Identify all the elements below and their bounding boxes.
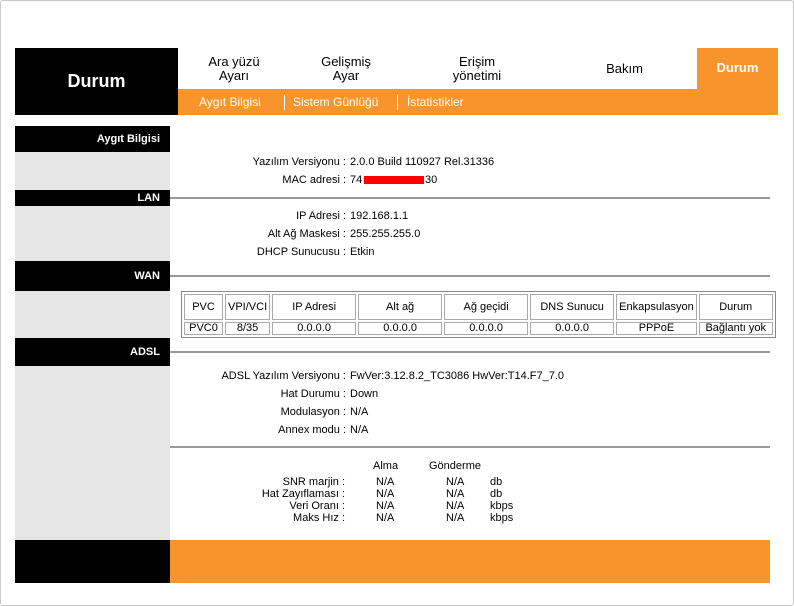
data-rate-label: Veri Oranı : bbox=[289, 500, 345, 512]
annex-mode-value: N/A bbox=[350, 424, 369, 436]
sub-nav-bar bbox=[178, 89, 778, 115]
nav-advanced-setup[interactable]: Gelişmiş Ayar bbox=[290, 48, 402, 89]
page-title: Durum bbox=[67, 71, 126, 91]
mac-redaction-mark bbox=[364, 176, 424, 184]
section-wan: WAN bbox=[15, 261, 170, 291]
line-attenuation-label: Hat Zayıflaması : bbox=[261, 488, 345, 500]
max-rate-up: N/A bbox=[446, 512, 465, 524]
adsl-version-label: ADSL Yazılım Versiyonu : bbox=[221, 370, 346, 382]
wan-col-header: Ağ geçidi bbox=[444, 294, 529, 320]
max-rate-unit: kbps bbox=[490, 512, 514, 524]
subnav-statistics[interactable]: İstatistikler bbox=[407, 89, 464, 115]
divider-adsl bbox=[170, 351, 770, 353]
wan-cell-encapsulation: PPPoE bbox=[616, 322, 697, 335]
wan-col-header: VPI/VCI bbox=[225, 294, 271, 320]
wan-table-header-row: PVC VPI/VCI IP Adresi Alt ağ Ağ geçidi D… bbox=[184, 294, 773, 320]
table-row: PVC0 8/35 0.0.0.0 0.0.0.0 0.0.0.0 0.0.0.… bbox=[184, 322, 773, 335]
wan-cell-dns: 0.0.0.0 bbox=[530, 322, 615, 335]
nav-advanced-setup-label: Gelişmiş Ayar bbox=[321, 53, 371, 83]
nav-status-label: Durum bbox=[716, 60, 759, 75]
line-attenuation-up: N/A bbox=[446, 488, 465, 500]
dhcp-server-label: DHCP Sunucusu : bbox=[256, 246, 346, 258]
section-device-info: Aygıt Bilgisi bbox=[15, 126, 170, 152]
mac-address-suffix: 30 bbox=[425, 174, 438, 186]
line-status-label: Hat Durumu : bbox=[280, 388, 346, 400]
wan-cell-vpivci: 8/35 bbox=[225, 322, 271, 335]
snr-margin-down: N/A bbox=[376, 476, 395, 488]
line-status-value: Down bbox=[350, 388, 379, 400]
subnav-device-info[interactable]: Aygıt Bilgisi bbox=[199, 89, 261, 115]
nav-interface-setup-label: Ara yüzü Ayarı bbox=[208, 53, 260, 83]
line-attenuation-unit: db bbox=[490, 488, 503, 500]
nav-access-management[interactable]: Erişim yönetimi bbox=[402, 48, 552, 89]
wan-col-header: Enkapsulasyon bbox=[616, 294, 697, 320]
subnav-system-log[interactable]: Sistem Günlüğü bbox=[293, 89, 378, 115]
wan-table: PVC VPI/VCI IP Adresi Alt ağ Ağ geçidi D… bbox=[181, 291, 776, 338]
subnav-separator bbox=[284, 95, 285, 110]
divider-adsl-stats bbox=[170, 446, 770, 448]
lan-ip-value: 192.168.1.1 bbox=[350, 210, 409, 222]
wan-col-header: PVC bbox=[184, 294, 223, 320]
annex-mode-label: Annex modu : bbox=[278, 424, 346, 436]
wan-col-header: Durum bbox=[698, 294, 773, 320]
wan-col-header: Alt ağ bbox=[358, 294, 443, 320]
sidebar bbox=[15, 126, 170, 540]
wan-col-header: DNS Sunucu bbox=[530, 294, 615, 320]
divider-wan bbox=[170, 275, 770, 277]
lan-subnet-label: Alt Ağ Maskesi : bbox=[267, 228, 346, 240]
footer-bar bbox=[170, 540, 770, 583]
nav-access-management-label: Erişim yönetimi bbox=[452, 53, 502, 83]
firmware-version-label: Yazılım Versiyonu : bbox=[252, 156, 346, 168]
snr-margin-unit: db bbox=[490, 476, 503, 488]
snr-margin-up: N/A bbox=[446, 476, 465, 488]
data-rate-down: N/A bbox=[376, 500, 395, 512]
dhcp-server-value: Etkin bbox=[350, 246, 375, 258]
max-rate-label: Maks Hız : bbox=[293, 512, 345, 524]
subnav-separator bbox=[397, 95, 398, 110]
col-downstream-header: Alma bbox=[373, 460, 399, 472]
wan-cell-subnet: 0.0.0.0 bbox=[358, 322, 443, 335]
col-upstream-header: Gönderme bbox=[429, 460, 481, 472]
wan-cell-ip: 0.0.0.0 bbox=[272, 322, 357, 335]
snr-margin-label: SNR marjin : bbox=[282, 476, 345, 488]
modulation-label: Modulasyon : bbox=[280, 406, 346, 418]
max-rate-down: N/A bbox=[376, 512, 395, 524]
nav-interface-setup[interactable]: Ara yüzü Ayarı bbox=[178, 48, 290, 89]
wan-col-header: IP Adresi bbox=[272, 294, 357, 320]
nav-maintenance[interactable]: Bakım bbox=[552, 48, 697, 89]
modulation-value: N/A bbox=[350, 406, 369, 418]
divider-lan bbox=[170, 197, 770, 199]
nav-maintenance-label: Bakım bbox=[606, 60, 643, 76]
wan-cell-pvc: PVC0 bbox=[184, 322, 223, 335]
line-attenuation-down: N/A bbox=[376, 488, 395, 500]
data-rate-up: N/A bbox=[446, 500, 465, 512]
lan-ip-label: IP Adresi : bbox=[296, 210, 346, 222]
lan-subnet-value: 255.255.255.0 bbox=[350, 228, 421, 240]
footer-left bbox=[15, 540, 170, 583]
mac-address-label: MAC adresi : bbox=[282, 174, 346, 186]
section-lan: LAN bbox=[15, 190, 170, 206]
data-rate-unit: kbps bbox=[490, 500, 514, 512]
section-adsl: ADSL bbox=[15, 338, 170, 366]
nav-status[interactable]: Durum bbox=[697, 48, 778, 89]
firmware-version-value: 2.0.0 Build 110927 Rel.31336 bbox=[350, 156, 495, 168]
wan-cell-gateway: 0.0.0.0 bbox=[444, 322, 529, 335]
adsl-version-value: FwVer:3.12.8.2_TC3086 HwVer:T14.F7_7.0 bbox=[350, 370, 565, 382]
mac-address-prefix: 74 bbox=[350, 174, 363, 186]
wan-cell-status: Bağlantı yok bbox=[698, 322, 773, 335]
